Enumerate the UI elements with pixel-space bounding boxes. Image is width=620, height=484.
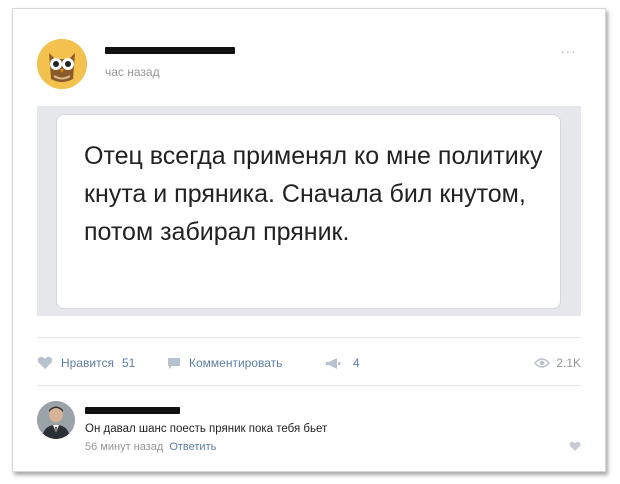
views-count: 2.1K <box>556 356 581 370</box>
comment-icon <box>167 357 181 370</box>
author-name-redacted[interactable] <box>105 47 235 54</box>
comment-timestamp[interactable]: 56 минут назад <box>85 441 163 453</box>
divider <box>37 337 581 338</box>
commenter-name-redacted[interactable] <box>85 407 180 414</box>
quote-card: Отец всегда применял ко мне политику кну… <box>56 114 561 309</box>
like-label: Нравится <box>61 356 114 370</box>
eye-icon <box>534 358 551 368</box>
owl-icon <box>37 39 87 89</box>
like-button[interactable]: Нравится 51 <box>37 356 135 370</box>
post-card: час назад ··· Отец всегда применял ко мн… <box>12 8 606 472</box>
comment-like-button[interactable] <box>569 439 581 457</box>
reply-link[interactable]: Ответить <box>169 441 216 453</box>
heart-icon <box>569 441 581 451</box>
author-avatar[interactable] <box>37 39 87 89</box>
post-timestamp[interactable]: час назад <box>105 65 160 79</box>
divider <box>37 385 581 386</box>
more-options-icon[interactable]: ··· <box>560 43 577 59</box>
like-count: 51 <box>121 356 136 370</box>
megaphone-icon <box>325 357 341 370</box>
comment-button[interactable]: Комментировать <box>167 356 282 370</box>
comment-meta: 56 минут назад Ответить <box>85 441 216 453</box>
share-count: 4 <box>353 356 360 370</box>
share-button[interactable]: 4 <box>325 356 360 370</box>
heart-icon <box>37 356 53 370</box>
person-photo-icon <box>37 401 75 439</box>
commenter-avatar[interactable] <box>37 401 75 439</box>
post-image[interactable]: Отец всегда применял ко мне политику кну… <box>37 106 581 316</box>
comment-text: Он давал шанс поесть пряник пока тебя бь… <box>85 423 328 435</box>
quote-text: Отец всегда применял ко мне политику кну… <box>84 142 543 246</box>
comment-label: Комментировать <box>189 356 283 370</box>
views-counter: 2.1K <box>534 356 581 370</box>
